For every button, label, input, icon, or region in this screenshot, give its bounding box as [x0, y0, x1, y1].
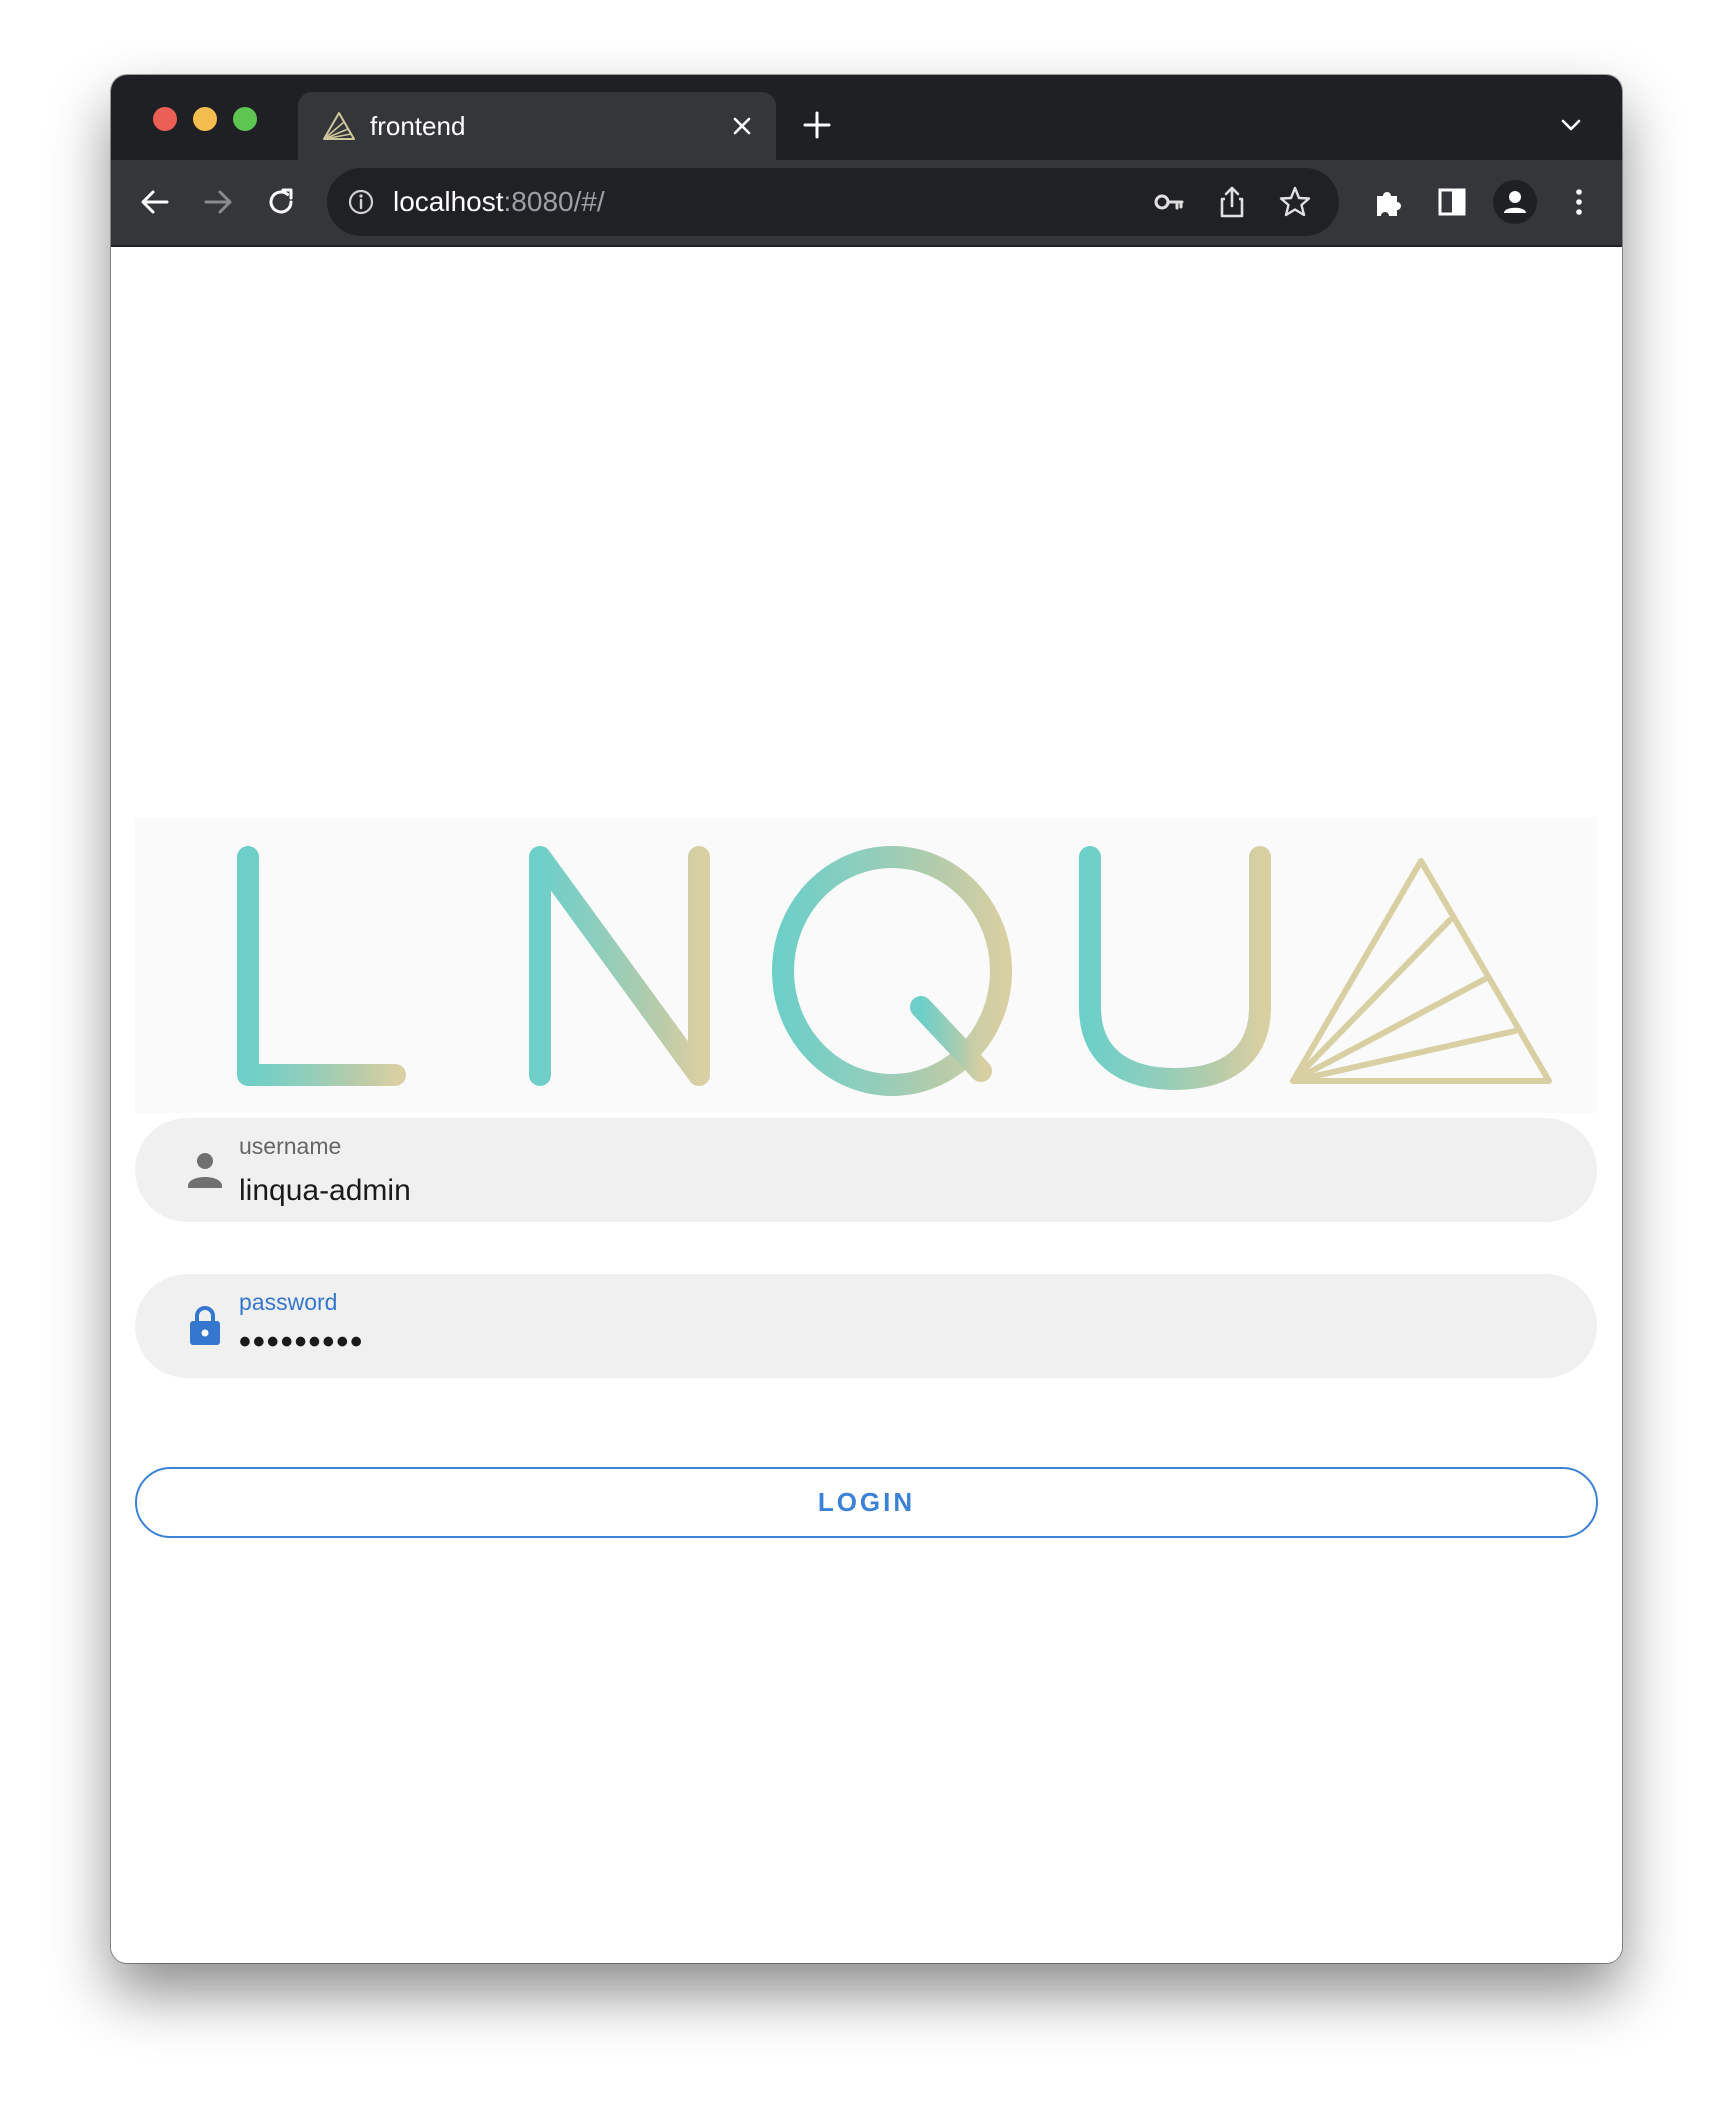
address-bar[interactable]: localhost:8080/#/: [327, 168, 1339, 236]
password-field[interactable]: password •••••••••: [135, 1274, 1597, 1378]
lock-icon: [190, 1306, 220, 1345]
screen: frontend localhost:8080/#/ username linq…: [0, 0, 1736, 2112]
profile-icon: [1504, 191, 1526, 213]
person-icon: [188, 1153, 222, 1188]
url-path: :8080/#/: [503, 186, 605, 217]
tab-strip: frontend: [111, 75, 1622, 160]
username-input[interactable]: linqua-admin: [239, 1173, 411, 1209]
tab-title: frontend: [370, 111, 466, 141]
profile-avatar[interactable]: [1493, 180, 1537, 224]
new-tab-icon[interactable]: [801, 109, 833, 141]
window-maximize-button[interactable]: [233, 107, 257, 131]
page-content: username linqua-admin password •••••••••…: [111, 247, 1622, 1963]
browser-tab[interactable]: frontend: [298, 92, 776, 160]
linqua-favicon-icon: [323, 112, 355, 140]
login-button[interactable]: LOGIN: [135, 1467, 1598, 1538]
url-text[interactable]: localhost:8080/#/: [393, 185, 605, 219]
linqua-logo: [135, 817, 1597, 1113]
kebab-menu-icon[interactable]: [1561, 184, 1597, 220]
password-input[interactable]: •••••••••: [239, 1324, 364, 1360]
side-panel-icon[interactable]: [1434, 184, 1470, 220]
chevron-down-icon[interactable]: [1557, 113, 1585, 137]
arrow-left-icon[interactable]: [137, 184, 173, 220]
close-icon[interactable]: [728, 112, 756, 140]
username-label: username: [239, 1133, 342, 1159]
window-minimize-button[interactable]: [193, 107, 217, 131]
username-field[interactable]: username linqua-admin: [135, 1118, 1597, 1222]
arrow-right-icon[interactable]: [200, 184, 236, 220]
info-icon[interactable]: [347, 188, 375, 216]
linqua-logo-image: [237, 846, 1552, 1096]
star-icon[interactable]: [1277, 184, 1313, 220]
url-host: localhost: [393, 186, 504, 217]
share-icon[interactable]: [1214, 184, 1250, 220]
key-icon[interactable]: [1151, 184, 1187, 220]
reload-icon[interactable]: [263, 184, 299, 220]
puzzle-icon[interactable]: [1371, 184, 1407, 220]
browser-window: frontend localhost:8080/#/ username linq…: [111, 75, 1622, 1963]
window-close-button[interactable]: [153, 107, 177, 131]
browser-toolbar: localhost:8080/#/: [111, 160, 1622, 247]
password-label: password: [239, 1289, 338, 1315]
